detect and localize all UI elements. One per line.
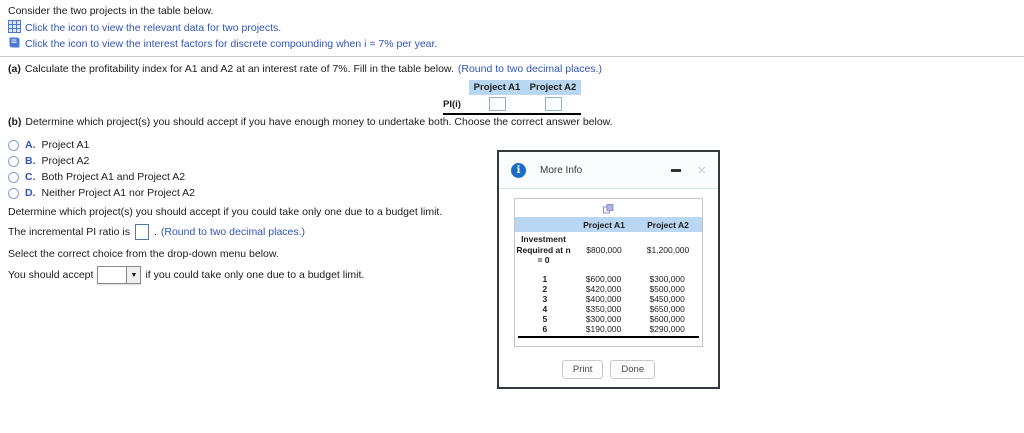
- radio-a[interactable]: [8, 139, 19, 151]
- data-link-row[interactable]: Click the icon to view the relevant data…: [8, 20, 281, 36]
- ratio-period: .: [153, 226, 157, 238]
- pi-row-label: PI(i): [443, 98, 461, 110]
- investment-label: Investment Required at n = 0: [516, 234, 571, 266]
- option-b-label: Project A2: [41, 155, 90, 167]
- minimize-icon[interactable]: [671, 168, 682, 172]
- part-a-label: (a): [8, 63, 21, 75]
- section-divider: [0, 56, 1024, 57]
- option-a[interactable]: A. Project A1: [8, 137, 195, 153]
- more-info-dialog: i More Info × Project A1 Project A2 Inve…: [497, 150, 720, 389]
- option-b-letter: B.: [25, 155, 36, 167]
- done-button[interactable]: Done: [610, 360, 656, 379]
- choice-options: A. Project A1 B. Project A2 C. Both Proj…: [8, 137, 195, 201]
- accept-dropdown-value[interactable]: [98, 267, 126, 283]
- option-a-label: Project A1: [41, 139, 90, 151]
- info-icon: i: [511, 162, 526, 178]
- table-grid-icon: [8, 20, 21, 36]
- problem-intro: Consider the two projects in the table b…: [8, 5, 214, 17]
- header-project-a1: Project A1: [583, 219, 625, 230]
- ratio-text: The incremental PI ratio is: [8, 226, 130, 238]
- radio-c[interactable]: [8, 171, 19, 183]
- part-b-text: Determine which project(s) you should ac…: [25, 116, 613, 128]
- close-icon[interactable]: ×: [697, 163, 706, 178]
- header-project-a2: Project A2: [647, 219, 689, 230]
- radio-d[interactable]: [8, 187, 19, 199]
- part-a-round-note: (Round to two decimal places.): [457, 63, 603, 75]
- option-b[interactable]: B. Project A2: [8, 153, 195, 169]
- part-c-prompt: Determine which project(s) you should ac…: [8, 206, 443, 218]
- table-header-row: Project A1 Project A2: [515, 217, 702, 232]
- pi-table-row: PI(i): [443, 95, 581, 115]
- option-d[interactable]: D. Neither Project A1 nor Project A2: [8, 185, 195, 201]
- radio-b[interactable]: [8, 155, 19, 167]
- factors-link-row[interactable]: Click the icon to view the interest fact…: [8, 36, 437, 52]
- incremental-ratio-line: The incremental PI ratio is . (Round to …: [8, 224, 305, 240]
- pi-a1-input[interactable]: [488, 97, 506, 111]
- part-a-prompt: (a) Calculate the profitability index fo…: [8, 63, 602, 75]
- data-link-label[interactable]: Click the icon to view the relevant data…: [25, 22, 281, 34]
- part-c-round-note: (Round to two decimal places.): [160, 226, 306, 238]
- option-c-letter: C.: [25, 171, 36, 183]
- option-d-label: Neither Project A1 nor Project A2: [41, 187, 196, 199]
- table-row: 1 $600,000 $300,000: [542, 273, 685, 284]
- accept-line: You should accept ▼ if you could take on…: [8, 266, 364, 284]
- option-a-letter: A.: [25, 139, 36, 151]
- dialog-title: More Info: [540, 164, 583, 176]
- chevron-down-icon[interactable]: ▼: [126, 267, 141, 283]
- pi-col-a1-header: Project A1: [469, 80, 525, 95]
- select-prompt: Select the correct choice from the drop-…: [8, 248, 279, 260]
- table-row: 4 $350,000 $650,000: [542, 303, 685, 314]
- pi-col-a2-header: Project A2: [525, 80, 581, 95]
- dialog-header: i More Info ×: [499, 152, 718, 189]
- option-d-letter: D.: [25, 187, 36, 199]
- pi-table-header: Project A1 Project A2: [443, 80, 581, 95]
- table-row: 2 $420,000 $500,000: [542, 283, 685, 294]
- incremental-pi-input[interactable]: [134, 224, 149, 240]
- investment-a1: $800,000: [586, 244, 622, 255]
- part-a-text: Calculate the profitability index for A1…: [24, 63, 454, 75]
- copy-icon[interactable]: [515, 204, 702, 214]
- part-b-label: (b): [8, 116, 22, 128]
- pi-a2-input[interactable]: [544, 97, 562, 111]
- cashflow-rows: 1 $600,000 $300,000 2 $420,000 $500,000 …: [518, 274, 699, 338]
- accept-dropdown[interactable]: ▼: [97, 266, 142, 284]
- pi-corner-cell: [443, 80, 469, 95]
- pi-answer-table: Project A1 Project A2 PI(i): [443, 80, 581, 115]
- option-c-label: Both Project A1 and Project A2: [41, 171, 186, 183]
- table-row: 6 $190,000 $290,000: [542, 323, 685, 334]
- investment-row: Investment Required at n = 0 $800,000 $1…: [515, 234, 702, 266]
- table-row: 5 $300,000 $600,000: [542, 313, 685, 324]
- factors-link-label[interactable]: Click the icon to view the interest fact…: [25, 38, 437, 50]
- print-button[interactable]: Print: [561, 360, 604, 379]
- part-b-prompt: (b) Determine which project(s) you shoul…: [8, 116, 613, 128]
- dialog-buttons: Print Done: [499, 360, 718, 379]
- option-c[interactable]: C. Both Project A1 and Project A2: [8, 169, 195, 185]
- book-icon: [8, 36, 21, 52]
- accept-text: You should accept: [8, 269, 94, 281]
- investment-a2: $1,200,000: [646, 244, 690, 255]
- more-info-table: Project A1 Project A2 Investment Require…: [514, 198, 703, 347]
- table-row: 3 $400,000 $450,000: [542, 293, 685, 304]
- accept-suffix: if you could take only one due to a budg…: [145, 269, 365, 281]
